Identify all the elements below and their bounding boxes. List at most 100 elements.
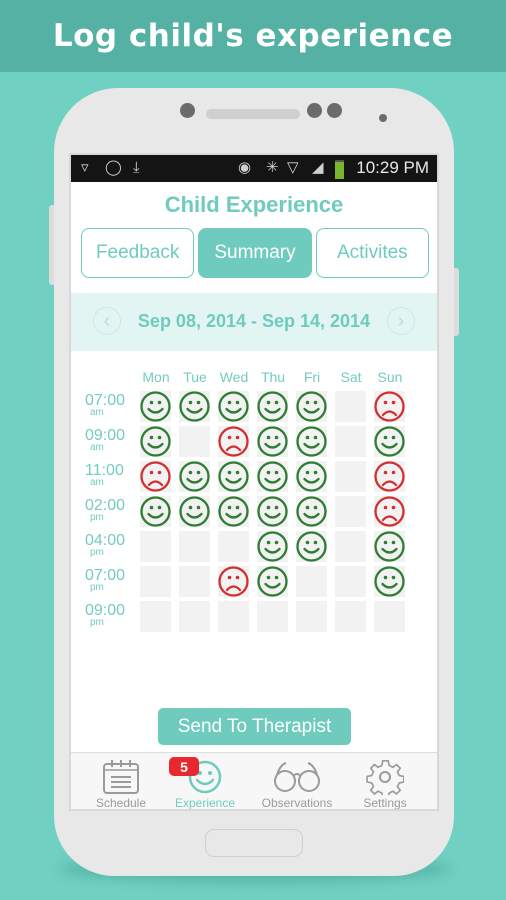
mood-cell[interactable] [335, 391, 366, 422]
time-period: am [90, 477, 104, 488]
week-range: Sep 08, 2014 - Sep 14, 2014 [137, 311, 371, 331]
mood-cell[interactable] [374, 566, 405, 597]
day-header: Tue [183, 369, 207, 385]
mood-cell[interactable] [374, 426, 405, 457]
mood-cell[interactable] [257, 426, 288, 457]
mood-cell[interactable] [218, 426, 249, 457]
day-header: Mon [142, 369, 170, 385]
mood-cell[interactable] [218, 566, 249, 597]
eye-icon: ◉ [238, 159, 252, 176]
time-label: 09:00 pm [85, 603, 135, 628]
next-week-button[interactable]: › [387, 307, 415, 335]
happy-face-icon [140, 496, 171, 527]
tab-summary[interactable]: Summary [198, 228, 312, 278]
mood-cell[interactable] [179, 391, 210, 422]
bluetooth-icon: ✳ [266, 159, 279, 176]
send-to-therapist-button[interactable]: Send To Therapist [158, 708, 351, 745]
mood-cell[interactable] [335, 426, 366, 457]
happy-face-icon [296, 426, 327, 457]
mood-cell[interactable] [140, 531, 171, 562]
mood-cell[interactable] [140, 496, 171, 527]
mood-cell[interactable] [140, 426, 171, 457]
nav-schedule[interactable]: Schedule [75, 753, 167, 809]
happy-face-icon [296, 531, 327, 562]
page-title: Child Experience [164, 192, 344, 217]
happy-face-icon [374, 426, 405, 457]
phone-camera [307, 103, 322, 118]
mood-cell[interactable] [218, 461, 249, 492]
mood-cell[interactable] [335, 566, 366, 597]
happy-face-icon [257, 426, 288, 457]
mood-cell[interactable] [296, 391, 327, 422]
status-time: 10:29 PM [356, 158, 429, 177]
phone-light-sensor [379, 114, 387, 122]
status-bar: ▿ ◯ ⤓ ◉ ✳ ▽ ◢ 10:29 PM [71, 155, 437, 182]
mood-cell[interactable] [140, 391, 171, 422]
happy-face-icon [296, 461, 327, 492]
sad-face-icon [218, 426, 249, 457]
mood-cell[interactable] [374, 601, 405, 632]
mood-cell[interactable] [257, 601, 288, 632]
mood-cell[interactable] [179, 566, 210, 597]
mood-cell[interactable] [335, 496, 366, 527]
mood-cell[interactable] [374, 391, 405, 422]
mood-cell[interactable] [218, 391, 249, 422]
mood-cell[interactable] [335, 461, 366, 492]
happy-face-icon [179, 496, 210, 527]
mood-cell[interactable] [140, 601, 171, 632]
mood-cell[interactable] [296, 461, 327, 492]
tab-activites[interactable]: Activites [315, 228, 429, 278]
happy-face-icon [218, 496, 249, 527]
mood-cell[interactable] [218, 601, 249, 632]
gear-icon [366, 760, 404, 795]
app-screen: ▿ ◯ ⤓ ◉ ✳ ▽ ◢ 10:29 PM Child Experience … [69, 153, 439, 811]
mood-cell[interactable] [296, 426, 327, 457]
mood-cell[interactable] [296, 601, 327, 632]
nav-settings[interactable]: Settings [339, 753, 431, 810]
time-label: 11:00 am [85, 463, 135, 488]
mood-cell[interactable] [335, 601, 366, 632]
time-period: am [90, 442, 104, 453]
phone-camera-2 [327, 103, 342, 118]
mood-cell[interactable] [257, 496, 288, 527]
happy-face-icon [374, 531, 405, 562]
mood-cell[interactable] [296, 496, 327, 527]
nav-settings-label: Settings [363, 796, 407, 810]
mood-cell[interactable] [218, 531, 249, 562]
happy-face-icon [257, 496, 288, 527]
time-label: 07:00 pm [85, 568, 135, 593]
sad-face-icon [374, 391, 405, 422]
mood-cell[interactable] [179, 601, 210, 632]
nav-observations[interactable]: Observations [251, 753, 343, 810]
mood-cell[interactable] [179, 531, 210, 562]
day-header: Fri [303, 369, 321, 385]
mood-cell[interactable] [257, 391, 288, 422]
mood-cell[interactable] [374, 461, 405, 492]
mood-cell[interactable] [179, 426, 210, 457]
mood-cell[interactable] [374, 531, 405, 562]
mood-cell[interactable] [218, 496, 249, 527]
notification-badge: 5 [169, 757, 199, 776]
mood-cell[interactable] [140, 461, 171, 492]
sad-face-icon [374, 496, 405, 527]
home-button[interactable] [205, 829, 303, 857]
happy-face-icon [296, 391, 327, 422]
signal-icon: ◢ [312, 159, 324, 176]
day-header: Wed [219, 369, 249, 385]
mood-cell[interactable] [140, 566, 171, 597]
mood-cell[interactable] [257, 461, 288, 492]
mood-cell[interactable] [179, 496, 210, 527]
happy-face-icon [374, 566, 405, 597]
mood-cell[interactable] [335, 531, 366, 562]
mood-cell[interactable] [179, 461, 210, 492]
mood-cell[interactable] [257, 531, 288, 562]
tab-feedback[interactable]: Feedback [81, 228, 195, 278]
mood-cell[interactable] [374, 496, 405, 527]
mood-cell[interactable] [257, 566, 288, 597]
happy-face-icon [218, 461, 249, 492]
mood-cell[interactable] [296, 566, 327, 597]
time-period: pm [90, 547, 104, 558]
mood-cell[interactable] [296, 531, 327, 562]
nav-observations-label: Observations [261, 796, 333, 810]
nav-experience-label: Experience [174, 796, 236, 810]
